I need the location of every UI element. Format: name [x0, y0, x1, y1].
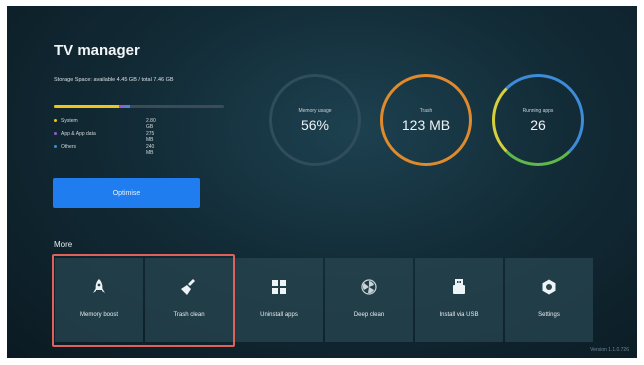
page-title: TV manager: [54, 42, 140, 59]
trash-gauge[interactable]: Trash 123 MB: [380, 74, 472, 166]
legend-dot: [54, 132, 57, 136]
gauge-value: 26: [530, 116, 546, 133]
legend-value: 240 MB: [146, 144, 155, 156]
storage-text: Storage Space: available 4.45 GB / total…: [54, 77, 174, 83]
storage-bar-apps: [118, 105, 126, 108]
legend-apps: App & App data 275 MB: [54, 131, 154, 143]
legend-label: App & App data: [61, 131, 96, 137]
running-apps-gauge[interactable]: Running apps 26: [492, 74, 584, 166]
legend-others: Others 240 MB: [54, 144, 154, 156]
version-text: Version 1.1.0.726: [590, 347, 629, 353]
storage-bar-others: [125, 105, 131, 108]
selection-highlight: [52, 254, 235, 347]
legend-value: 275 MB: [146, 131, 155, 143]
tile-label: Deep clean: [353, 312, 385, 318]
memory-usage-gauge[interactable]: Memory usage 56%: [269, 74, 361, 166]
uninstall-apps-tile[interactable]: Uninstall apps: [235, 258, 323, 342]
legend-label: Others: [61, 144, 77, 150]
fan-icon: [361, 278, 377, 296]
settings-tile[interactable]: Settings: [505, 258, 593, 342]
gauge-label: Memory usage: [298, 107, 332, 114]
optimise-button[interactable]: Optimise: [53, 178, 200, 208]
legend-label: System: [61, 118, 78, 124]
storage-bar-system: [54, 105, 119, 108]
gauge-value: 56%: [300, 116, 330, 133]
more-section-label: More: [54, 240, 73, 249]
legend-value: 2.80 GB: [146, 118, 156, 130]
tile-label: Uninstall apps: [260, 312, 298, 318]
grid-icon: [272, 278, 286, 296]
legend-system: System 2.80 GB: [54, 118, 156, 130]
tv-manager-screen: TV manager Storage Space: available 4.45…: [7, 6, 637, 358]
legend-dot: [54, 119, 57, 123]
install-via-usb-tile[interactable]: Install via USB: [415, 258, 503, 342]
gear-icon: [541, 278, 557, 296]
usb-icon: [452, 278, 466, 296]
storage-bar: [54, 105, 224, 108]
deep-clean-tile[interactable]: Deep clean: [325, 258, 413, 342]
gauge-label: Trash: [419, 107, 433, 114]
gauge-label: Running apps: [522, 107, 554, 114]
tile-label: Settings: [538, 312, 560, 318]
legend-dot: [54, 145, 57, 149]
tile-label: Install via USB: [439, 312, 479, 318]
gauge-value: 123 MB: [401, 116, 451, 133]
